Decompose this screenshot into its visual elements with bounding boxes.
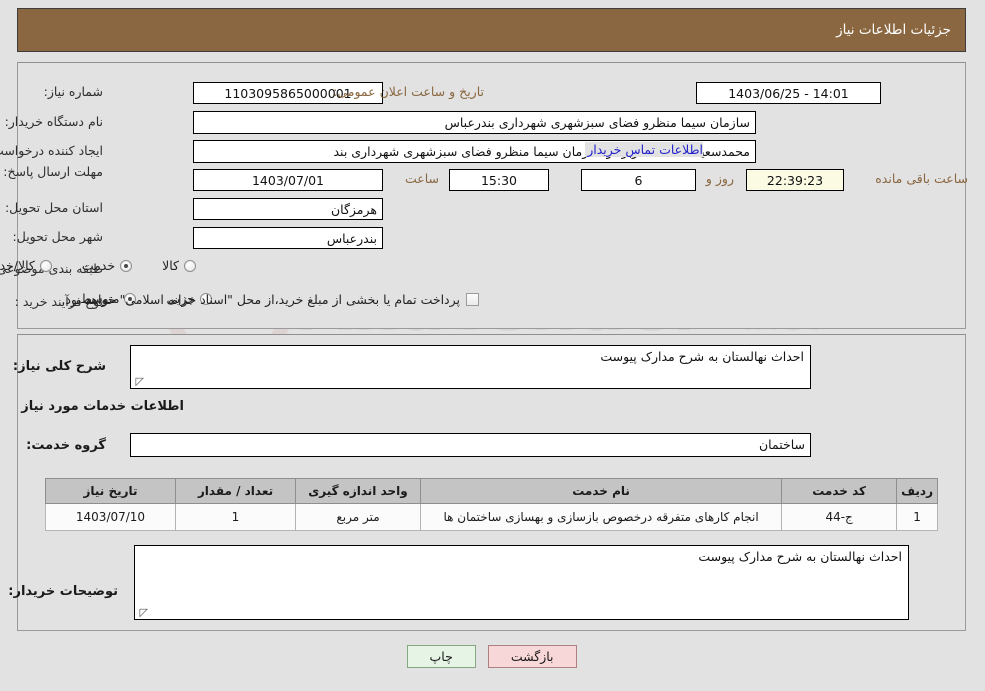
delivery-province-value: هرمزگان: [194, 198, 384, 220]
th-need-date: تاریخ نیاز: [46, 478, 177, 504]
deadline-hour-value: 15:30: [450, 169, 550, 191]
table-header-row: ردیف کد خدمت نام خدمت واحد اندازه گیری ت…: [46, 478, 939, 504]
cell-unit: متر مربع: [296, 503, 422, 531]
request-creator-label: ایجاد کننده درخواست:: [0, 143, 104, 158]
radio-dot-kala-khedmat[interactable]: [40, 259, 53, 272]
action-button-row: بازگشت چاپ: [0, 645, 985, 668]
treasury-payment-note: پرداخت تمام یا بخشی از مبلغ خرید،از محل …: [62, 292, 461, 307]
remaining-clock-value: 22:39:23: [747, 169, 845, 191]
radio-option-kala-khedmat[interactable]: کالا/خدمت: [0, 258, 53, 273]
announce-datetime-label: تاریخ و ساعت اعلان عمومی:: [334, 84, 485, 99]
announce-datetime-value: 14:01 - 1403/06/25: [697, 82, 882, 104]
treasury-payment-note-wrap[interactable]: پرداخت تمام یا بخشی از مبلغ خرید،از محل …: [62, 292, 480, 307]
page-title: جزئیات اطلاعات نیاز: [837, 22, 952, 38]
resize-grip-icon[interactable]: ◸: [135, 376, 145, 387]
radio-option-khedmat[interactable]: خدمت: [82, 258, 134, 273]
general-description-value: احداث نهالستان به شرح مدارک پیوست: [601, 349, 805, 364]
cell-code: ج-44: [782, 503, 899, 531]
buyer-org-value: سازمان سیما منظرو فضای سبزشهری شهرداری ب…: [194, 111, 757, 134]
resize-grip-icon-2[interactable]: ◸: [139, 607, 149, 618]
general-description-label: شرح کلی نیاز:: [13, 359, 107, 374]
buyer-notes-value: احداث نهالستان به شرح مدارک پیوست: [699, 549, 903, 564]
need-number-label: شماره نیاز:: [44, 84, 104, 99]
buyer-notes-label: توضیحات خریدار:: [9, 584, 119, 599]
radio-label-khedmat: خدمت: [82, 258, 117, 273]
page-header: جزئیات اطلاعات نیاز: [18, 8, 967, 52]
buyer-contact-link[interactable]: اطلاعات تماس خریدار: [586, 142, 704, 157]
th-qty: تعداد / مقدار: [176, 478, 297, 504]
days-label: روز و: [706, 171, 735, 186]
general-description-textarea[interactable]: احداث نهالستان به شرح مدارک پیوست ◸: [131, 345, 812, 389]
delivery-city-value: بندرعباس: [194, 227, 384, 249]
table-row: 1 ج-44 انجام کارهای متفرقه درخصوص بازساز…: [46, 503, 939, 531]
remaining-days-value: 6: [582, 169, 697, 191]
service-group-label: گروه خدمت:: [27, 438, 107, 453]
radio-label-kala: کالا: [163, 258, 180, 273]
services-table: ردیف کد خدمت نام خدمت واحد اندازه گیری ت…: [46, 478, 939, 531]
cell-qty: 1: [176, 503, 297, 531]
response-deadline-label: مهلت ارسال پاسخ: تا تاریخ:: [0, 164, 104, 179]
service-group-value: ساختمان: [131, 433, 812, 457]
radio-dot-kala[interactable]: [185, 259, 197, 272]
deadline-date-value: 1403/07/01: [194, 169, 384, 191]
radio-dot-khedmat[interactable]: [121, 259, 134, 272]
th-unit: واحد اندازه گیری: [296, 478, 422, 504]
hour-label: ساعت: [405, 171, 440, 186]
back-button[interactable]: بازگشت: [488, 645, 578, 668]
remaining-label: ساعت باقی مانده: [876, 171, 969, 186]
th-row: ردیف: [897, 478, 939, 504]
services-section-title: اطلاعات خدمات مورد نیاز: [22, 399, 185, 414]
cell-row: 1: [897, 503, 939, 531]
buyer-notes-textarea[interactable]: احداث نهالستان به شرح مدارک پیوست ◸: [135, 545, 910, 620]
radio-label-kala-khedmat: کالا/خدمت: [0, 258, 36, 273]
page-root: AnaTender .net جزئیات اطلاعات نیاز شماره…: [0, 0, 985, 691]
buyer-org-label: نام دستگاه خریدار:: [5, 114, 104, 129]
th-name: نام خدمت: [420, 478, 784, 504]
th-code: کد خدمت: [782, 478, 899, 504]
subject-category-group[interactable]: کالا خدمت کالا/خدمت: [0, 258, 197, 273]
cell-need-date: 1403/07/10: [46, 503, 177, 531]
treasury-payment-checkbox[interactable]: [467, 293, 480, 306]
delivery-province-label: استان محل تحویل:: [5, 200, 104, 215]
delivery-city-label: شهر محل تحویل:: [13, 229, 104, 244]
radio-option-kala[interactable]: کالا: [163, 258, 197, 273]
cell-name: انجام کارهای متفرقه درخصوص بازسازی و بهس…: [420, 503, 784, 531]
print-button[interactable]: چاپ: [407, 645, 477, 668]
